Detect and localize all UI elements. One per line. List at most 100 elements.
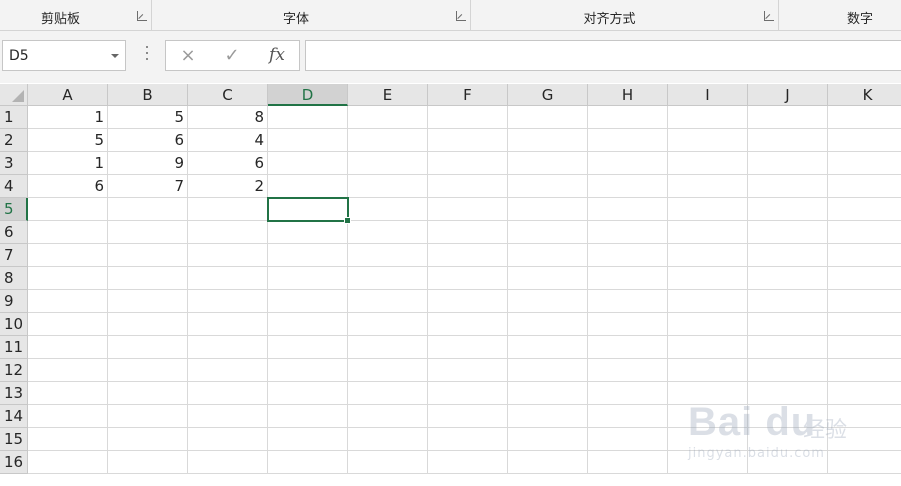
row-header-11[interactable]: 11 <box>0 336 28 359</box>
cell-d13[interactable] <box>268 382 348 405</box>
cell-i4[interactable] <box>668 175 748 198</box>
cell-c2[interactable]: 4 <box>188 129 268 152</box>
cell-c11[interactable] <box>188 336 268 359</box>
cell-a15[interactable] <box>28 428 108 451</box>
cell-b3[interactable]: 9 <box>108 152 188 175</box>
cell-g7[interactable] <box>508 244 588 267</box>
insert-function-icon[interactable]: fx <box>257 41 297 70</box>
row-header-9[interactable]: 9 <box>0 290 28 313</box>
cell-c10[interactable] <box>188 313 268 336</box>
cell-b1[interactable]: 5 <box>108 106 188 129</box>
name-box[interactable]: D5 <box>2 40 126 71</box>
cell-g16[interactable] <box>508 451 588 474</box>
row-header-13[interactable]: 13 <box>0 382 28 405</box>
cell-k1[interactable] <box>828 106 901 129</box>
cell-b13[interactable] <box>108 382 188 405</box>
cell-d14[interactable] <box>268 405 348 428</box>
cell-c15[interactable] <box>188 428 268 451</box>
row-header-8[interactable]: 8 <box>0 267 28 290</box>
cell-j1[interactable] <box>748 106 828 129</box>
cell-g11[interactable] <box>508 336 588 359</box>
cell-i3[interactable] <box>668 152 748 175</box>
cell-j2[interactable] <box>748 129 828 152</box>
cell-d5[interactable] <box>268 198 348 221</box>
row-header-16[interactable]: 16 <box>0 451 28 474</box>
cell-a5[interactable] <box>28 198 108 221</box>
cell-f15[interactable] <box>428 428 508 451</box>
cell-d12[interactable] <box>268 359 348 382</box>
cell-h14[interactable] <box>588 405 668 428</box>
cell-f7[interactable] <box>428 244 508 267</box>
cell-f3[interactable] <box>428 152 508 175</box>
cell-c13[interactable] <box>188 382 268 405</box>
cell-a12[interactable] <box>28 359 108 382</box>
cell-f6[interactable] <box>428 221 508 244</box>
cell-a1[interactable]: 1 <box>28 106 108 129</box>
column-header-c[interactable]: C <box>188 84 268 106</box>
cell-c8[interactable] <box>188 267 268 290</box>
cell-a13[interactable] <box>28 382 108 405</box>
cell-e6[interactable] <box>348 221 428 244</box>
row-header-1[interactable]: 1 <box>0 106 28 129</box>
cell-j4[interactable] <box>748 175 828 198</box>
cell-d6[interactable] <box>268 221 348 244</box>
cell-k7[interactable] <box>828 244 901 267</box>
cell-d1[interactable] <box>268 106 348 129</box>
cell-b16[interactable] <box>108 451 188 474</box>
cell-h15[interactable] <box>588 428 668 451</box>
cell-b10[interactable] <box>108 313 188 336</box>
cell-f11[interactable] <box>428 336 508 359</box>
cell-b9[interactable] <box>108 290 188 313</box>
cell-e3[interactable] <box>348 152 428 175</box>
cell-h11[interactable] <box>588 336 668 359</box>
row-header-12[interactable]: 12 <box>0 359 28 382</box>
cell-d7[interactable] <box>268 244 348 267</box>
cell-g12[interactable] <box>508 359 588 382</box>
cell-f10[interactable] <box>428 313 508 336</box>
column-header-b[interactable]: B <box>108 84 188 106</box>
cell-j11[interactable] <box>748 336 828 359</box>
cell-f2[interactable] <box>428 129 508 152</box>
cell-a14[interactable] <box>28 405 108 428</box>
cell-h1[interactable] <box>588 106 668 129</box>
cell-i12[interactable] <box>668 359 748 382</box>
row-header-2[interactable]: 2 <box>0 129 28 152</box>
cell-g9[interactable] <box>508 290 588 313</box>
cell-k4[interactable] <box>828 175 901 198</box>
cell-e7[interactable] <box>348 244 428 267</box>
cell-h12[interactable] <box>588 359 668 382</box>
cell-h3[interactable] <box>588 152 668 175</box>
cell-c12[interactable] <box>188 359 268 382</box>
cell-e16[interactable] <box>348 451 428 474</box>
cell-a11[interactable] <box>28 336 108 359</box>
cell-f1[interactable] <box>428 106 508 129</box>
cell-g8[interactable] <box>508 267 588 290</box>
cell-k10[interactable] <box>828 313 901 336</box>
dialog-launcher-icon[interactable] <box>137 11 147 21</box>
cell-d2[interactable] <box>268 129 348 152</box>
cell-g5[interactable] <box>508 198 588 221</box>
cell-a7[interactable] <box>28 244 108 267</box>
cell-b8[interactable] <box>108 267 188 290</box>
cell-a9[interactable] <box>28 290 108 313</box>
cell-e2[interactable] <box>348 129 428 152</box>
cell-h2[interactable] <box>588 129 668 152</box>
cell-c16[interactable] <box>188 451 268 474</box>
cell-e8[interactable] <box>348 267 428 290</box>
chevron-down-icon[interactable] <box>111 54 119 58</box>
cell-d15[interactable] <box>268 428 348 451</box>
cell-h6[interactable] <box>588 221 668 244</box>
cell-i11[interactable] <box>668 336 748 359</box>
cell-e10[interactable] <box>348 313 428 336</box>
cell-c4[interactable]: 2 <box>188 175 268 198</box>
column-header-g[interactable]: G <box>508 84 588 106</box>
row-header-3[interactable]: 3 <box>0 152 28 175</box>
cell-h16[interactable] <box>588 451 668 474</box>
cell-i1[interactable] <box>668 106 748 129</box>
cell-g14[interactable] <box>508 405 588 428</box>
cell-d4[interactable] <box>268 175 348 198</box>
cell-h4[interactable] <box>588 175 668 198</box>
cell-g4[interactable] <box>508 175 588 198</box>
cell-h10[interactable] <box>588 313 668 336</box>
cell-g3[interactable] <box>508 152 588 175</box>
